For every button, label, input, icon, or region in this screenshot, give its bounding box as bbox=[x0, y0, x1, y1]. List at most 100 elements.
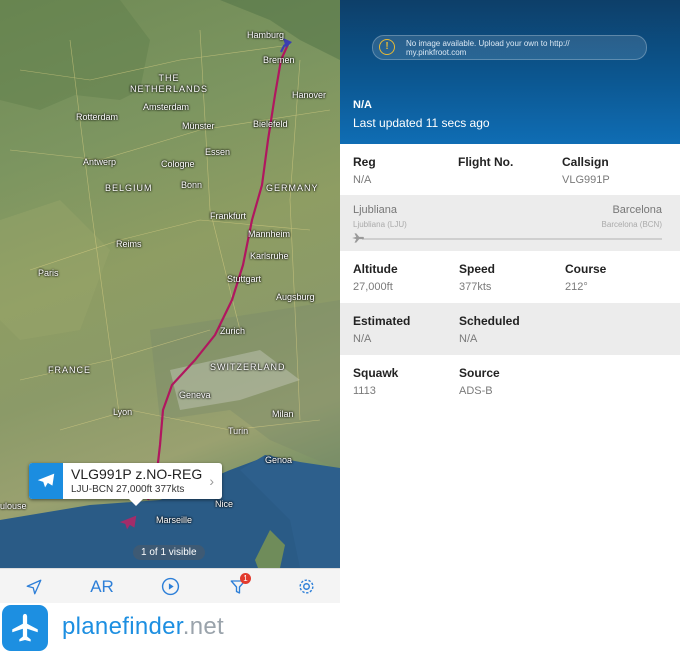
airplane-icon bbox=[29, 463, 63, 499]
city-label: Genoa bbox=[265, 455, 293, 465]
country-label: THE NETHERLANDS bbox=[130, 73, 209, 94]
ar-button[interactable]: AR bbox=[82, 572, 122, 602]
no-image-message: No image available. Upload your own to h… bbox=[406, 39, 570, 57]
filter-count-badge: 1 bbox=[240, 572, 251, 584]
city-label: ulouse bbox=[0, 501, 27, 511]
squawk-field: Squawk 1113 bbox=[353, 366, 398, 397]
last-updated: Last updated 11 secs ago bbox=[353, 116, 490, 130]
timing-row: Estimated N/A Scheduled N/A bbox=[340, 303, 680, 355]
aircraft-title: N/A bbox=[353, 99, 372, 111]
country-label: FRANCE bbox=[48, 365, 92, 375]
warning-icon: ! bbox=[379, 39, 395, 55]
brand-name: planefinder bbox=[62, 613, 183, 640]
gear-icon bbox=[298, 579, 314, 594]
flight-callout[interactable]: VLG991P z.NO-REG LJU-BCN 27,000ft 377kts… bbox=[29, 463, 222, 506]
course-label: Course bbox=[565, 262, 607, 276]
city-label: Münster bbox=[182, 121, 215, 131]
course-value: 212° bbox=[565, 281, 588, 293]
route-row: Ljubliana Barcelona Ljubliana (LJU) Barc… bbox=[340, 195, 680, 251]
altitude-value: 27,000ft bbox=[353, 281, 393, 293]
callout-pointer bbox=[129, 499, 143, 506]
visible-count-badge: 1 of 1 visible bbox=[133, 545, 205, 560]
brand-wordmark: planefinder.net bbox=[62, 613, 224, 641]
city-label: Stuttgart bbox=[227, 274, 262, 284]
callout-subtitle: LJU-BCN 27,000ft 377kts bbox=[71, 484, 185, 495]
location-button[interactable] bbox=[14, 572, 54, 602]
city-label: Karlsruhe bbox=[250, 251, 289, 261]
city-label: Rotterdam bbox=[76, 112, 119, 122]
location-arrow-icon bbox=[26, 579, 42, 594]
scheduled-field: Scheduled N/A bbox=[459, 314, 520, 345]
city-label: Reims bbox=[116, 239, 142, 249]
no-image-banner[interactable]: ! No image available. Upload your own to… bbox=[372, 35, 647, 60]
flight-no-label: Flight No. bbox=[458, 155, 514, 169]
city-label: Lyon bbox=[113, 407, 133, 417]
squawk-label: Squawk bbox=[353, 366, 399, 380]
city-label: Geneva bbox=[179, 390, 211, 400]
city-label: Hanover bbox=[292, 90, 327, 100]
city-label: Bremen bbox=[263, 55, 295, 65]
destination-city: Barcelona bbox=[612, 204, 662, 216]
brand-tld: .net bbox=[182, 613, 224, 640]
route-progress-line bbox=[362, 238, 662, 240]
city-label: Cologne bbox=[161, 159, 195, 169]
city-label: Frankfurt bbox=[210, 211, 247, 221]
estimated-value: N/A bbox=[353, 333, 372, 345]
planefinder-logo bbox=[2, 605, 48, 651]
destination-airport: Barcelona (BCN) bbox=[601, 220, 662, 229]
city-label: Mannheim bbox=[248, 229, 291, 239]
ar-label: AR bbox=[90, 576, 114, 596]
city-label: Turin bbox=[228, 426, 249, 436]
settings-button[interactable] bbox=[286, 572, 326, 602]
source-field: Source ADS-B bbox=[459, 366, 500, 397]
chevron-right-icon[interactable]: › bbox=[209, 473, 214, 489]
city-label: Zurich bbox=[220, 326, 246, 336]
reg-label: Reg bbox=[353, 155, 376, 169]
speed-label: Speed bbox=[459, 262, 496, 276]
play-icon bbox=[161, 577, 179, 596]
source-value: ADS-B bbox=[459, 385, 493, 397]
airplane-icon bbox=[12, 613, 38, 642]
detail-header: ! No image available. Upload your own to… bbox=[340, 0, 680, 144]
filter-button[interactable]: 1 bbox=[218, 572, 258, 602]
reg-value: N/A bbox=[353, 174, 372, 186]
flight-map[interactable]: Hamburg Bremen Hanover Amsterdam Rotterd… bbox=[0, 0, 340, 568]
estimated-field: Estimated N/A bbox=[353, 314, 410, 345]
aircraft-marker[interactable] bbox=[117, 512, 139, 539]
country-label: BELGIUM bbox=[105, 183, 153, 193]
city-label: Milan bbox=[272, 409, 294, 419]
ident-row: Reg N/A Flight No. Callsign VLG991P bbox=[340, 144, 680, 195]
city-label: Essen bbox=[205, 147, 231, 157]
country-label: SWITZERLAND bbox=[210, 362, 286, 372]
origin-airport: Ljubliana (LJU) bbox=[353, 220, 407, 229]
city-label: Hamburg bbox=[247, 30, 285, 40]
airplane-icon bbox=[352, 233, 364, 243]
callsign-value: VLG991P bbox=[562, 174, 610, 186]
city-label: Bonn bbox=[181, 180, 203, 190]
scheduled-label: Scheduled bbox=[459, 314, 520, 328]
source-label: Source bbox=[459, 366, 500, 380]
speed-field: Speed 377kts bbox=[459, 262, 495, 293]
flight-detail-panel: ! No image available. Upload your own to… bbox=[340, 0, 680, 603]
estimated-label: Estimated bbox=[353, 314, 411, 328]
playback-button[interactable] bbox=[150, 572, 190, 602]
city-label: Amsterdam bbox=[143, 102, 190, 112]
callsign-label: Callsign bbox=[562, 155, 609, 169]
altitude-field: Altitude 27,000ft bbox=[353, 262, 398, 293]
city-label: Marseille bbox=[156, 515, 193, 525]
altitude-label: Altitude bbox=[353, 262, 398, 276]
callsign-field: Callsign VLG991P bbox=[562, 155, 610, 186]
country-label: GERMANY bbox=[266, 183, 319, 193]
flight-no-field: Flight No. bbox=[458, 155, 513, 174]
course-field: Course 212° bbox=[565, 262, 606, 293]
origin-city: Ljubliana bbox=[353, 204, 398, 216]
callout-title: VLG991P z.NO-REG bbox=[71, 466, 203, 482]
airplane-icon bbox=[119, 515, 137, 530]
squawk-value: 1113 bbox=[353, 385, 376, 397]
city-label: Paris bbox=[38, 268, 59, 278]
scheduled-value: N/A bbox=[459, 333, 478, 345]
city-label: Augsburg bbox=[276, 292, 315, 302]
city-label: Nice bbox=[215, 499, 234, 509]
city-label: Bielefeld bbox=[253, 119, 288, 129]
performance-row: Altitude 27,000ft Speed 377kts Course 212° bbox=[340, 251, 680, 303]
